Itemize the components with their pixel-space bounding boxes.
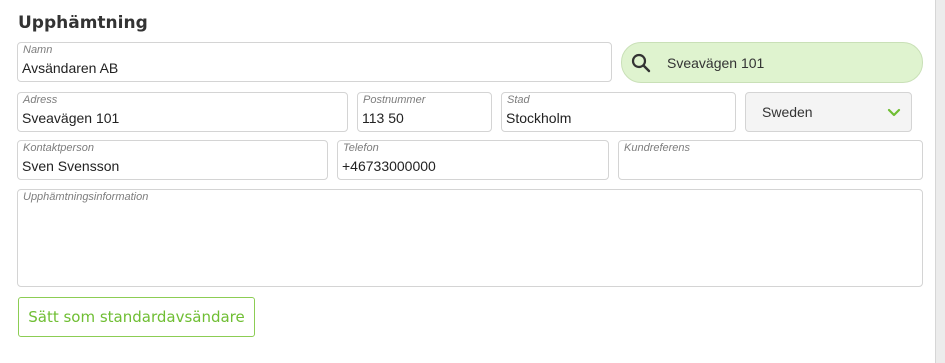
- country-selected: Sweden: [762, 104, 813, 120]
- pickup-panel: Upphämtning Namn Avsändaren AB Sveavägen…: [0, 0, 936, 363]
- name-value[interactable]: Avsändaren AB: [22, 60, 118, 76]
- name-field[interactable]: Namn Avsändaren AB: [17, 42, 612, 82]
- contact-label: Kontaktperson: [23, 142, 94, 154]
- section-title: Upphämtning: [18, 13, 148, 33]
- phone-label: Telefon: [343, 142, 379, 154]
- customer-reference-label: Kundreferens: [624, 142, 691, 154]
- address-value[interactable]: Sveavägen 101: [22, 110, 119, 126]
- country-select[interactable]: Sweden: [745, 92, 912, 132]
- phone-field[interactable]: Telefon +46733000000: [337, 140, 609, 180]
- phone-value[interactable]: +46733000000: [342, 158, 436, 174]
- search-icon: [631, 53, 651, 73]
- customer-reference-field[interactable]: Kundreferens: [618, 140, 923, 180]
- city-value[interactable]: Stockholm: [506, 110, 571, 126]
- contact-field[interactable]: Kontaktperson Sven Svensson: [17, 140, 328, 180]
- postcode-value[interactable]: 113 50: [362, 110, 404, 126]
- address-search-value[interactable]: Sveavägen 101: [667, 55, 764, 71]
- contact-value[interactable]: Sven Svensson: [22, 158, 119, 174]
- pickup-info-field[interactable]: Upphämtningsinformation: [17, 189, 923, 287]
- name-label: Namn: [23, 44, 53, 56]
- city-label: Stad: [507, 94, 530, 106]
- pickup-info-label: Upphämtningsinformation: [23, 191, 149, 203]
- address-label: Adress: [23, 94, 58, 106]
- postcode-field[interactable]: Postnummer 113 50: [357, 92, 492, 132]
- chevron-down-icon: [887, 108, 901, 117]
- address-field[interactable]: Adress Sveavägen 101: [17, 92, 348, 132]
- city-field[interactable]: Stad Stockholm: [501, 92, 736, 132]
- postcode-label: Postnummer: [363, 94, 426, 106]
- set-default-sender-button[interactable]: Sätt som standardavsändare: [18, 297, 255, 337]
- address-search[interactable]: Sveavägen 101: [621, 42, 923, 83]
